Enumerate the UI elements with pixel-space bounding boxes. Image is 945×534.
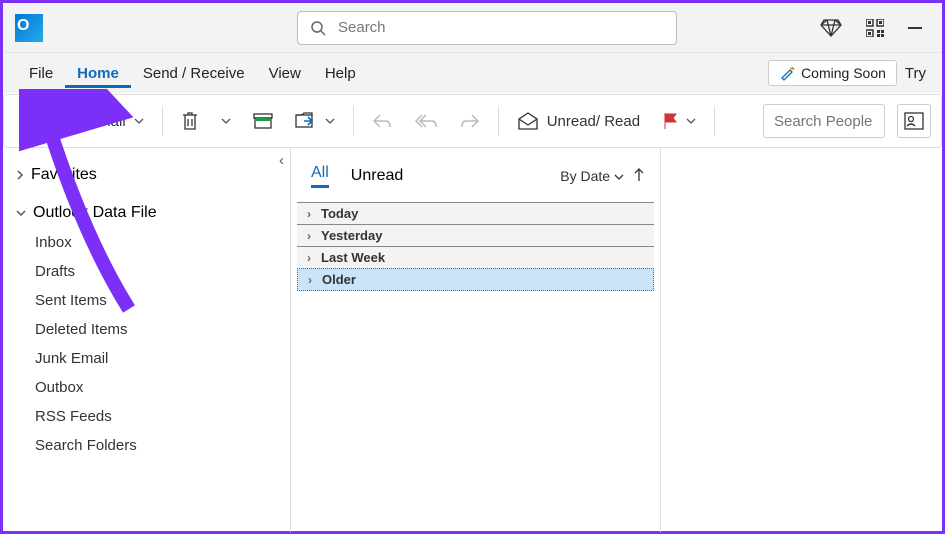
new-email-label: New Email <box>54 113 126 130</box>
chevron-right-icon: › <box>307 207 311 221</box>
envelope-open-icon <box>517 111 539 131</box>
chevron-down-icon <box>325 116 335 126</box>
favorites-group[interactable]: Favorites <box>3 152 290 190</box>
message-list-pane: All Unread By Date › Today › Yesterday › Last… <box>291 148 661 532</box>
folder-pane: ‹ Favorites Outlook Data File InboxDraft… <box>3 148 291 532</box>
menu-file[interactable]: File <box>17 59 65 88</box>
search-people-input[interactable] <box>764 113 884 130</box>
folder-junk-email[interactable]: Junk Email <box>3 344 290 373</box>
sort-label: By Date <box>560 168 610 184</box>
favorites-label: Favorites <box>31 166 97 184</box>
address-book-button[interactable] <box>897 104 931 138</box>
data-file-label: Outlook Data File <box>33 204 157 222</box>
search-icon <box>310 20 326 36</box>
premium-diamond-icon[interactable] <box>820 19 842 37</box>
coming-soon-button[interactable]: Coming Soon <box>768 60 897 86</box>
forward-icon <box>460 113 480 129</box>
date-group-last-week[interactable]: › Last Week <box>297 246 654 269</box>
search-placeholder: Search <box>338 19 386 36</box>
window-minimize-button[interactable] <box>908 27 922 29</box>
group-label: Older <box>322 272 356 287</box>
menu-bar: File Home Send / Receive View Help Comin… <box>3 53 942 93</box>
delete-button[interactable] <box>173 105 207 137</box>
arrow-up-icon <box>634 168 644 182</box>
global-search-box[interactable]: Search <box>297 11 677 45</box>
chevron-down-icon <box>15 208 27 218</box>
try-button[interactable]: Try <box>903 61 928 86</box>
date-group-yesterday[interactable]: › Yesterday <box>297 224 654 247</box>
chevron-down-icon <box>686 116 696 126</box>
collapse-nav-button[interactable]: ‹ <box>279 152 284 169</box>
reply-button[interactable] <box>364 107 400 135</box>
reply-all-icon <box>414 113 438 129</box>
menu-send-receive[interactable]: Send / Receive <box>131 59 257 88</box>
outlook-app-icon <box>15 14 43 42</box>
group-label: Last Week <box>321 250 385 265</box>
folder-outbox[interactable]: Outbox <box>3 373 290 402</box>
chevron-down-icon[interactable] <box>134 116 144 126</box>
folder-search-folders[interactable]: Search Folders <box>3 431 290 460</box>
tab-unread[interactable]: Unread <box>351 167 403 185</box>
flag-icon <box>662 112 678 130</box>
new-email-button[interactable]: New Email <box>14 106 152 136</box>
ribbon-toolbar: New Email Unread/ Read <box>3 94 942 148</box>
sort-direction-button[interactable] <box>634 168 644 185</box>
folder-deleted-items[interactable]: Deleted Items <box>3 315 290 344</box>
date-group-older[interactable]: › Older <box>297 268 654 291</box>
sort-by-date[interactable]: By Date <box>560 168 624 184</box>
menu-view[interactable]: View <box>257 59 313 88</box>
delete-dropdown[interactable] <box>213 110 239 132</box>
chevron-right-icon: › <box>308 273 312 287</box>
chevron-down-icon <box>221 116 231 126</box>
reply-icon <box>372 113 392 129</box>
menu-help[interactable]: Help <box>313 59 368 88</box>
group-label: Yesterday <box>321 228 382 243</box>
move-button[interactable] <box>287 106 343 136</box>
folder-inbox[interactable]: Inbox <box>3 228 290 257</box>
new-email-icon <box>22 112 46 130</box>
folder-sent-items[interactable]: Sent Items <box>3 286 290 315</box>
reply-all-button[interactable] <box>406 107 446 135</box>
contact-card-icon <box>904 112 924 130</box>
chevron-right-icon <box>15 169 25 181</box>
unread-read-button[interactable]: Unread/ Read <box>509 105 648 137</box>
move-to-folder-icon <box>295 112 317 130</box>
archive-icon <box>253 113 273 129</box>
title-bar: Search <box>3 3 942 53</box>
coming-soon-label: Coming Soon <box>801 65 886 81</box>
folder-drafts[interactable]: Drafts <box>3 257 290 286</box>
search-people-box[interactable] <box>763 104 885 138</box>
reading-pane <box>661 148 942 532</box>
menu-home[interactable]: Home <box>65 59 131 88</box>
main-area: ‹ Favorites Outlook Data File InboxDraft… <box>3 148 942 532</box>
qr-code-icon[interactable] <box>866 19 884 37</box>
trash-icon <box>181 111 199 131</box>
data-file-group[interactable]: Outlook Data File <box>3 190 290 228</box>
date-group-today[interactable]: › Today <box>297 202 654 225</box>
archive-button[interactable] <box>245 107 281 135</box>
wand-icon <box>779 65 795 81</box>
unread-read-label: Unread/ Read <box>547 113 640 130</box>
group-label: Today <box>321 206 358 221</box>
folder-rss-feeds[interactable]: RSS Feeds <box>3 402 290 431</box>
forward-button[interactable] <box>452 107 488 135</box>
chevron-down-icon <box>614 173 624 181</box>
tab-all[interactable]: All <box>311 164 329 188</box>
chevron-right-icon: › <box>307 229 311 243</box>
chevron-right-icon: › <box>307 251 311 265</box>
flag-button[interactable] <box>654 106 704 136</box>
